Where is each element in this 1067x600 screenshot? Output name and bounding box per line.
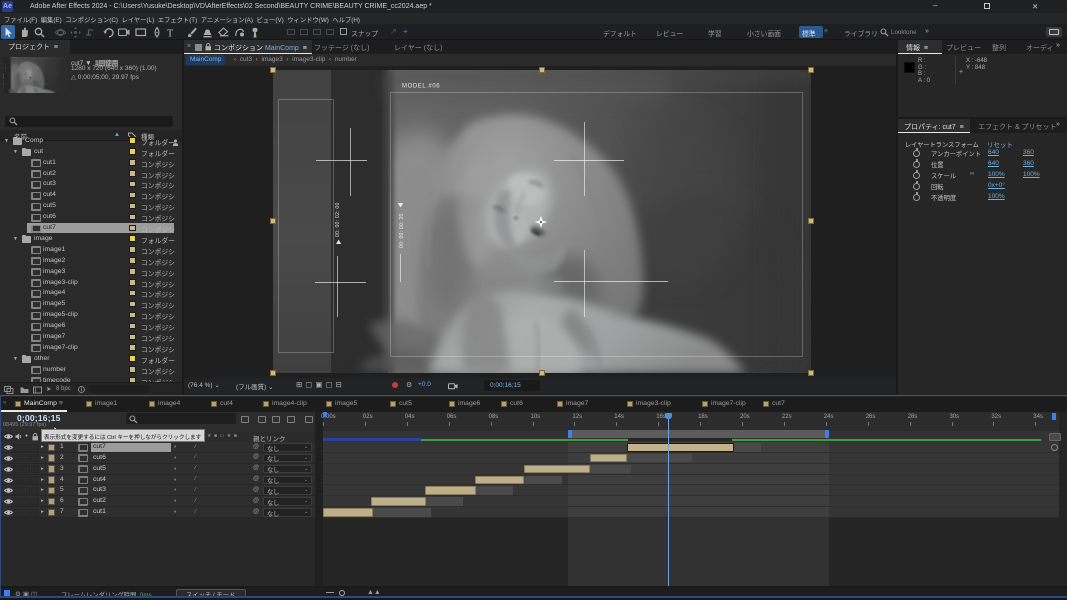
svg-text:MODEL #06: MODEL #06: [402, 84, 440, 90]
svg-text:T: T: [167, 28, 173, 38]
svg-text:00: 00: 02: 00: 00: 00: 02: 00: [335, 202, 341, 237]
svg-text:00: 00: 00: 20: 00: 00: 00: 20: [399, 213, 405, 248]
